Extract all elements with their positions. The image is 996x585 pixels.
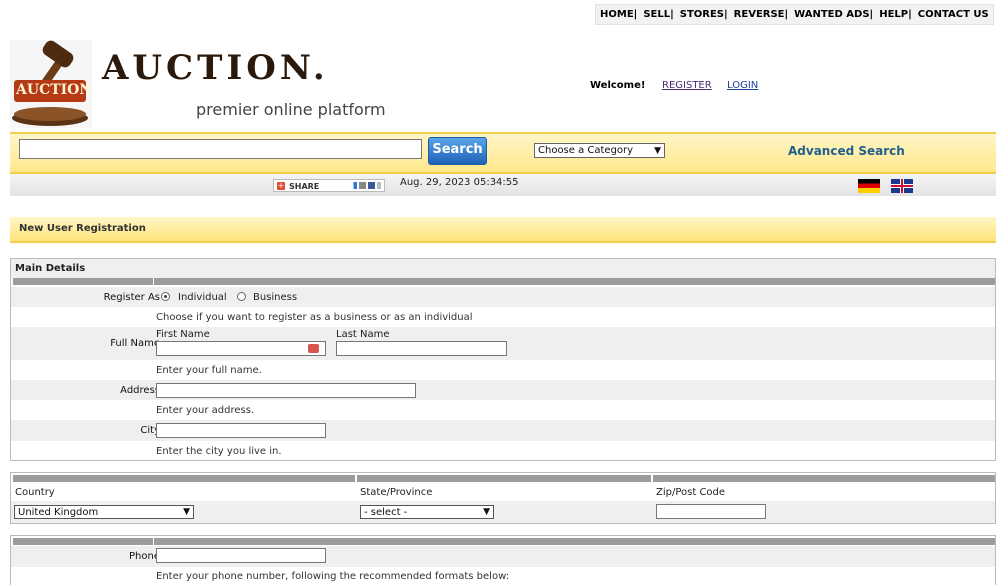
last-name-label: Last Name [336,329,390,340]
nav-stores[interactable]: STORES| [680,9,728,20]
phone-form: Phone Enter your phone number, following… [10,535,996,585]
gavel-logo[interactable]: AUCTION [10,40,92,128]
current-datetime: Aug. 29, 2023 05:34:55 [400,177,519,188]
city-hint: Enter the city you live in. [156,446,282,457]
german-flag-icon[interactable] [858,179,880,193]
state-select[interactable]: - select - ▼ [360,505,494,519]
nav-sell[interactable]: SELL| [643,9,673,20]
login-link[interactable]: LOGIN [727,80,758,91]
phone-row: Phone [11,546,995,567]
category-select-value: Choose a Category [538,145,634,156]
location-input-row: United Kingdom ▼ - select - ▼ [11,501,995,523]
header-divider-left [13,278,153,285]
zip-input[interactable] [656,504,766,519]
full-name-row: Full Name First Name Last Name [11,327,995,360]
address-label: Address [120,385,160,396]
location-divider-1 [13,475,355,482]
country-select-value: United Kingdom [18,507,99,518]
state-select-value: - select - [364,507,408,518]
top-navigation: HOME| SELL| STORES| REVERSE| WANTED ADS|… [595,4,994,25]
chevron-down-icon: ▼ [654,146,661,156]
nav-reverse[interactable]: REVERSE| [734,9,789,20]
individual-radio[interactable] [161,292,170,301]
register-as-row: Register As Individual Business [11,287,995,307]
nav-contact-us[interactable]: CONTACT US [918,9,989,20]
advanced-search-link[interactable]: Advanced Search [788,144,905,158]
city-input[interactable] [156,423,326,438]
full-name-label: Full Name [110,338,160,349]
more-icon [377,182,381,189]
header-divider-right [154,278,995,285]
full-name-hint: Enter your full name. [156,365,262,376]
welcome-text: Welcome! [590,80,646,91]
section-title: New User Registration [19,223,146,234]
main-details-heading: Main Details [15,263,86,274]
individual-label: Individual [178,292,227,303]
location-form: Country State/Province Zip/Post Code Uni… [10,472,996,524]
uk-flag-icon[interactable] [891,179,913,193]
logo-title[interactable]: AUCTION. [102,48,329,88]
country-select[interactable]: United Kingdom ▼ [14,505,194,519]
section-header-bar [10,217,996,243]
search-input[interactable] [19,139,422,159]
register-link[interactable]: REGISTER [662,80,712,91]
first-name-label: First Name [156,329,210,340]
phone-input[interactable] [156,548,326,563]
state-label: State/Province [360,487,433,498]
share-plus-icon: + [277,181,285,190]
first-name-input[interactable] [156,341,326,356]
country-label: Country [15,487,55,498]
chevron-down-icon: ▼ [183,507,190,517]
city-row: City [11,420,995,441]
phone-hint: Enter your phone number, following the r… [156,571,510,582]
register-as-hint: Choose if you want to register as a busi… [156,312,473,323]
nav-help[interactable]: HELP| [879,9,912,20]
nav-home[interactable]: HOME| [600,9,637,20]
phone-divider-left [13,538,153,545]
search-button[interactable]: Search [428,137,487,165]
digg-icon [359,182,366,189]
main-details-form: Main Details Register As Individual Busi… [10,258,996,461]
facebook-icon [368,182,375,189]
delicious-icon [350,182,357,189]
phone-divider-right [154,538,995,545]
location-divider-3 [653,475,995,482]
register-as-label: Register As [103,292,160,303]
main-details-header-row: Main Details [11,259,995,278]
business-label: Business [253,292,298,303]
logo-tagline: premier online platform [196,100,386,119]
address-input[interactable] [156,383,416,398]
business-radio[interactable] [237,292,246,301]
last-name-input[interactable] [336,341,507,356]
autofill-icon[interactable] [308,344,319,353]
share-button[interactable]: + SHARE [273,179,385,192]
nav-wanted-ads[interactable]: WANTED ADS| [794,9,873,20]
logo-badge-text: AUCTION [16,82,93,98]
address-hint: Enter your address. [156,405,255,416]
zip-label: Zip/Post Code [656,487,726,498]
share-services-icons [350,182,381,189]
address-row: Address [11,380,995,400]
category-select[interactable]: Choose a Category ▼ [534,143,665,158]
location-divider-2 [357,475,651,482]
share-label: SHARE [289,182,320,191]
chevron-down-icon: ▼ [483,507,490,517]
